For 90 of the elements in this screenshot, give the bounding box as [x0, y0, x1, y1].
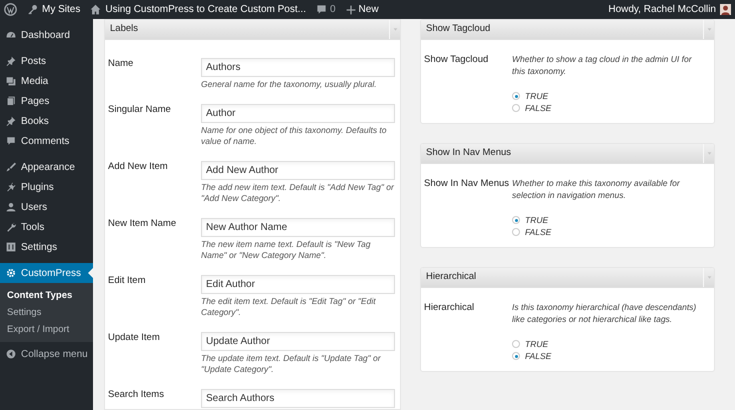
- pushpin-icon: [6, 56, 16, 66]
- speech-bubble-icon: [316, 4, 327, 15]
- my-sites-link[interactable]: My Sites: [27, 2, 80, 17]
- caret-icon: [706, 151, 712, 156]
- sidebar-menu-item[interactable]: Tools: [0, 217, 93, 237]
- avatar-icon: [720, 4, 731, 15]
- text-field[interactable]: Update Author: [201, 332, 395, 351]
- collapse-menu-button[interactable]: Collapse menu: [0, 344, 93, 364]
- field-hint: General name for the taxonomy, usually plural.: [201, 79, 378, 90]
- field-hint: Name for one object of this taxonomy. Defaults to value of name.: [201, 125, 388, 147]
- panel-title: Hierarchical: [426, 270, 478, 284]
- submenu-item[interactable]: Settings: [0, 304, 93, 321]
- field-label: Edit Item: [108, 274, 146, 288]
- pushpin-icon: [6, 116, 16, 126]
- radio-option[interactable]: FALSE: [512, 350, 705, 362]
- site-page-link[interactable]: Using CustomPress to Create Custom Post...: [90, 2, 306, 17]
- radio-button[interactable]: [512, 228, 520, 236]
- plug-icon: [6, 182, 16, 192]
- field-hint: The new item name text. Default is "New Tag Name" or "New Category Name".: [201, 239, 372, 261]
- sidebar-menu-item[interactable]: Posts: [0, 51, 93, 71]
- text-field[interactable]: Edit Author: [201, 275, 395, 294]
- sidebar-menu-item[interactable]: Dashboard: [0, 25, 93, 45]
- radio-button[interactable]: [512, 104, 520, 112]
- caret-icon: [392, 27, 398, 32]
- panel-title: Show Tagcloud: [426, 22, 492, 36]
- radio-option[interactable]: TRUE: [512, 214, 705, 226]
- sidebar-menu-item[interactable]: Plugins: [0, 177, 93, 197]
- sidebar-menu-item[interactable]: Pages: [0, 91, 93, 111]
- new-content-link[interactable]: New: [346, 2, 379, 17]
- radio-option[interactable]: TRUE: [512, 338, 705, 350]
- text-field[interactable]: New Author Name: [201, 218, 395, 237]
- field-hint: The add new item text. Default is "Add New Tag" or "Add New Category".: [201, 182, 395, 204]
- field-label: Search Items: [108, 388, 165, 402]
- submenu-item[interactable]: Content Types: [0, 287, 93, 304]
- text-field[interactable]: Authors: [201, 58, 395, 77]
- sidebar-menu-item[interactable]: Media: [0, 71, 93, 91]
- key-icon: [27, 4, 38, 15]
- field-label: Singular Name: [108, 103, 172, 117]
- field-label: Update Item: [108, 331, 161, 345]
- wrench-icon: [6, 222, 16, 232]
- account-menu[interactable]: Howdy, Rachel McCollin: [608, 2, 731, 17]
- radio-button[interactable]: [512, 92, 520, 100]
- submenu-item[interactable]: Export / Import: [0, 321, 93, 338]
- field-label: New Item Name: [108, 217, 178, 231]
- radio-button[interactable]: [512, 352, 520, 360]
- setting-label: Show Tagcloud: [424, 53, 490, 67]
- setting-label: Hierarchical: [424, 301, 476, 315]
- setting-label: Show In Nav Menus: [424, 177, 510, 191]
- text-field[interactable]: Add New Author: [201, 161, 395, 180]
- setting-description: Is this taxonomy hierarchical (have descendants) like categories or not hierarchical like tags.: [512, 301, 698, 325]
- comments-link[interactable]: 0: [316, 2, 336, 17]
- caret-icon: [706, 275, 712, 280]
- field-hint: The edit item text. Default is "Edit Tag" or "Edit Category".: [201, 296, 377, 318]
- toggle-handle[interactable]: [703, 268, 714, 287]
- radio-option[interactable]: FALSE: [512, 102, 705, 114]
- pages-icon: [6, 96, 16, 106]
- sidebar-menu-item[interactable]: Appearance: [0, 157, 93, 177]
- current-arrow-icon: [88, 268, 93, 278]
- gear-icon: [6, 268, 16, 278]
- panel-title: Show In Nav Menus: [426, 146, 512, 160]
- setting-description: Whether to show a tag cloud in the admin UI for this taxonomy.: [512, 53, 693, 77]
- toggle-handle[interactable]: [389, 20, 400, 39]
- sidebar-menu-item[interactable]: Books: [0, 111, 93, 131]
- sidebar-menu-item[interactable]: Users: [0, 197, 93, 217]
- toggle-handle[interactable]: [703, 144, 714, 163]
- radio-option[interactable]: FALSE: [512, 226, 705, 238]
- radio-button[interactable]: [512, 216, 520, 224]
- text-field[interactable]: Author: [201, 104, 395, 123]
- sidebar-menu-item[interactable]: Settings: [0, 237, 93, 257]
- dashboard-icon: [6, 30, 16, 40]
- radio-option[interactable]: TRUE: [512, 90, 705, 102]
- field-label: Name: [108, 57, 134, 71]
- sidebar-menu-item[interactable]: Comments: [0, 131, 93, 151]
- setting-description: Whether to make this taxonomy available for selection in navigation menus.: [512, 177, 681, 201]
- paintbrush-icon: [6, 162, 16, 172]
- wordpress-logo-icon: [4, 3, 17, 16]
- sidebar-menu-item[interactable]: CustomPress: [0, 263, 93, 283]
- speech-bubble-icon: [6, 136, 16, 146]
- field-hint: The update item text. Default is "Update Tag" or "Update Category".: [201, 353, 382, 375]
- user-icon: [6, 202, 16, 212]
- caret-icon: [706, 27, 712, 32]
- settings-icon: [6, 242, 16, 252]
- text-field[interactable]: Search Authors: [201, 389, 395, 408]
- media-icon: [6, 76, 16, 86]
- home-icon: [90, 4, 102, 15]
- panel-title: Labels: [110, 22, 139, 36]
- toggle-handle[interactable]: [703, 20, 714, 39]
- field-label: Add New Item: [108, 160, 169, 174]
- radio-button[interactable]: [512, 340, 520, 348]
- plus-icon: [346, 4, 356, 14]
